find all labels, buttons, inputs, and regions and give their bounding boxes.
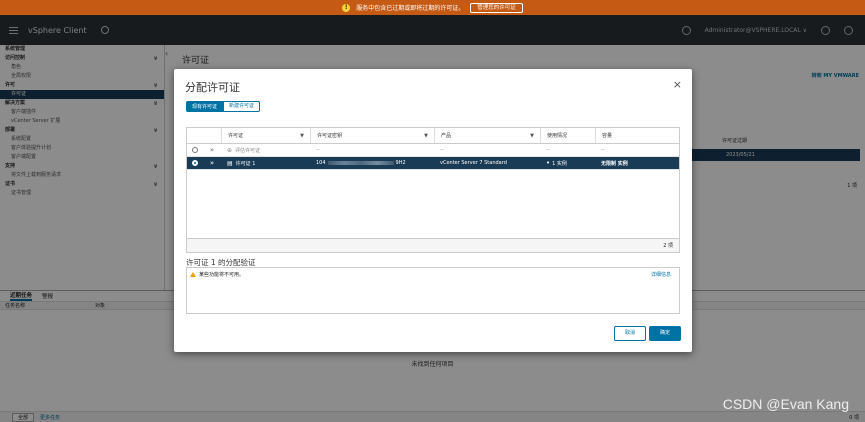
close-icon[interactable]: × (673, 78, 682, 91)
expand-icon[interactable]: » (203, 146, 221, 154)
row-radio-selected[interactable] (192, 160, 198, 166)
usage: 1 实例 (552, 160, 567, 167)
table-row[interactable]: » ▤ 许可证 1 104 9H2 vCenter Server 7 Standar… (187, 157, 679, 170)
details-link[interactable]: 详细信息 (651, 271, 671, 278)
capacity: -- (601, 147, 605, 153)
watermark: CSDN @Evan Kang (722, 396, 849, 412)
product: vCenter Server 7 Standard (440, 160, 507, 166)
product: -- (440, 147, 444, 153)
usage: -- (546, 147, 550, 153)
filter-icon[interactable]: ▼ (300, 133, 304, 139)
expand-icon[interactable]: » (203, 159, 221, 167)
license-name: 许可证 1 (235, 160, 256, 167)
license-name: 评估许可证 (235, 147, 261, 154)
capacity-column-header: 容量 (595, 128, 679, 143)
row-radio[interactable] (192, 147, 198, 153)
eval-license-icon: ⊕ (227, 146, 233, 154)
license-icon: ▤ (227, 159, 233, 167)
validation-box: 某些功能将不可用。 详细信息 (186, 267, 680, 314)
tab-existing-licenses[interactable]: 现有许可证 (186, 101, 224, 112)
tab-new-license[interactable]: 新建许可证 (223, 101, 261, 112)
filter-icon[interactable]: ▼ (530, 133, 534, 139)
manage-licenses-button[interactable]: 管理您的许可证 (470, 2, 523, 13)
validation-message: 某些功能将不可用。 (199, 272, 245, 278)
filter-icon[interactable]: ▼ (424, 133, 428, 139)
redacted-key (327, 161, 394, 165)
cancel-button[interactable]: 取消 (614, 326, 646, 341)
grid-count: 2 项 (663, 243, 673, 249)
grid-footer: 2 项 (187, 238, 679, 252)
grid-header: 许可证 ▼ 许可证密钥 ▼ 产品 ▼ 使用情况 容量 (187, 128, 679, 144)
assign-license-dialog: 分配许可证 × 现有许可证 新建许可证 许可证 ▼ 许可证密钥 ▼ 产品 ▼ 使用情况… (174, 69, 692, 352)
key-column-header: 许可证密钥 (317, 133, 343, 139)
table-row[interactable]: » ⊕ 评估许可证 -- -- -- -- (187, 144, 679, 157)
license-grid: 许可证 ▼ 许可证密钥 ▼ 产品 ▼ 使用情况 容量 » ⊕ 评估许可证 -- -- -… (186, 127, 680, 253)
product-column-header: 产品 (441, 133, 452, 139)
license-warning-banner: ! 服务中包含已过期或即将过期的许可证。 管理您的许可证 (0, 0, 865, 15)
ok-button[interactable]: 确定 (649, 326, 681, 341)
license-column-header: 许可证 (228, 133, 244, 139)
license-key-suffix: 9H2 (395, 160, 406, 166)
bullet-icon: • (546, 159, 551, 167)
warning-icon: ! (342, 3, 351, 12)
license-source-toggle: 现有许可证 新建许可证 (186, 101, 261, 112)
warning-icon (190, 272, 196, 277)
dialog-title: 分配许可证 (185, 81, 240, 94)
banner-message: 服务中包含已过期或即将过期的许可证。 (356, 5, 465, 12)
capacity: 无限制 实例 (601, 160, 628, 167)
license-key: -- (316, 147, 320, 153)
license-key-prefix: 104 (316, 160, 326, 166)
usage-column-header: 使用情况 (540, 128, 595, 143)
